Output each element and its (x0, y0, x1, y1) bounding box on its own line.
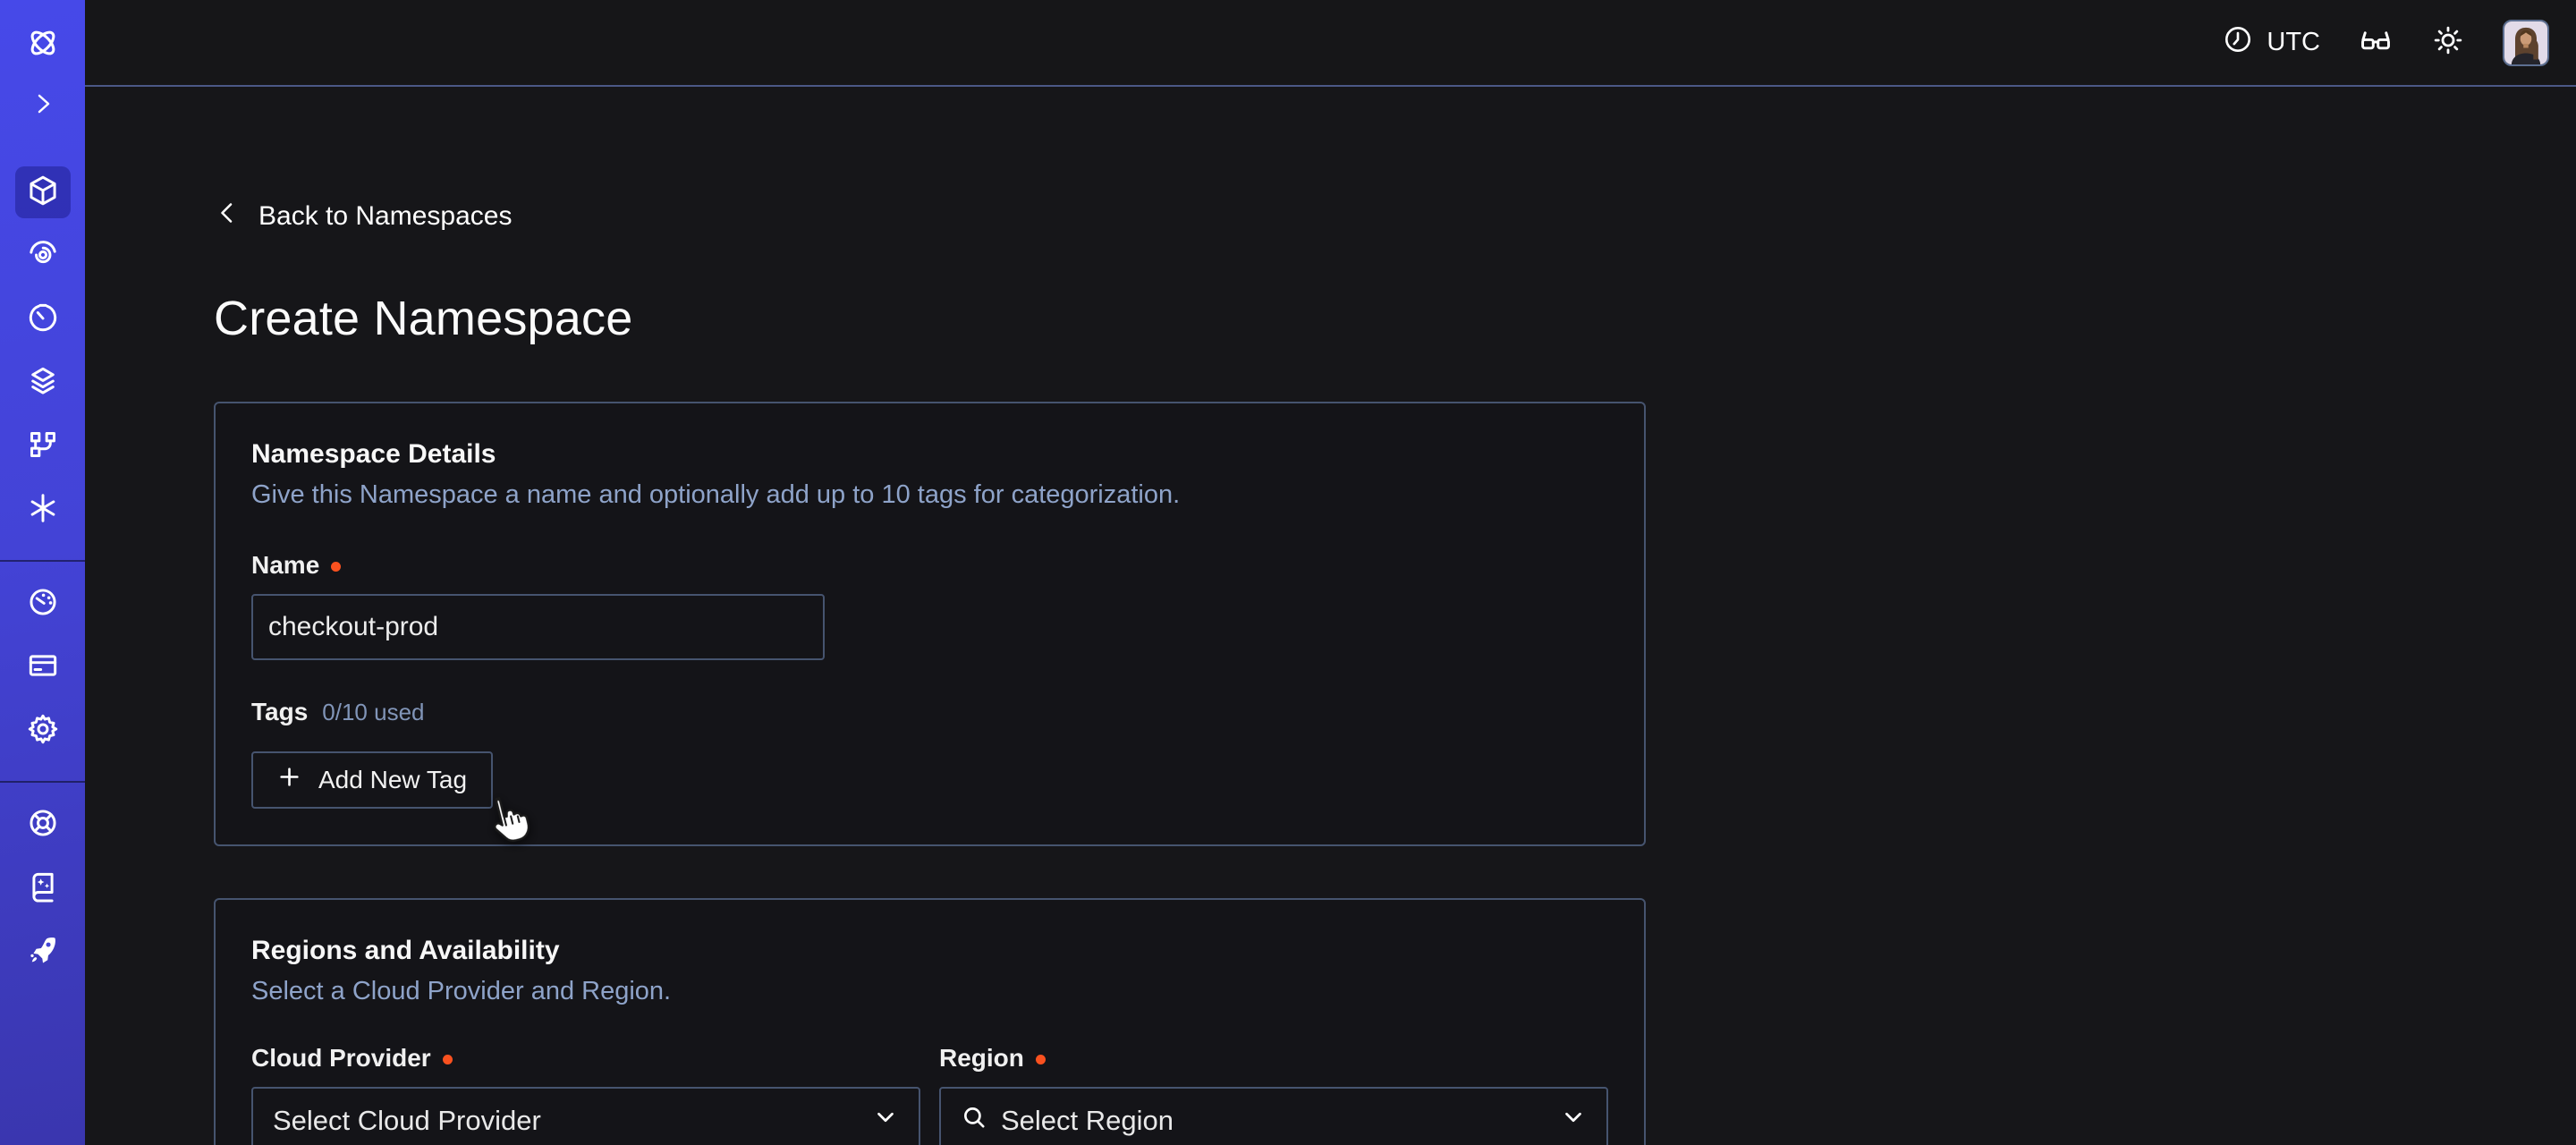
sidebar-divider (0, 781, 85, 783)
timer-icon (26, 301, 60, 339)
timezone-selector[interactable]: UTC (2222, 23, 2320, 63)
sidebar-item-settings[interactable] (15, 705, 71, 757)
clock-icon (2222, 23, 2254, 63)
region-select[interactable]: Select Region (939, 1087, 1608, 1145)
gauge-icon (26, 585, 60, 623)
cube-icon (26, 174, 60, 212)
tags-row: Tags 0/10 used (251, 698, 1608, 726)
sidebar-item-workflows[interactable] (15, 230, 71, 282)
card-title: Namespace Details (251, 439, 1608, 470)
topbar: UTC (85, 0, 2576, 87)
timezone-label: UTC (2267, 28, 2320, 57)
cloud-provider-field: Cloud Provider Select Cloud Provider (251, 1044, 920, 1145)
credit-card-icon (26, 649, 60, 687)
namespace-details-card: Namespace Details Give this Namespace a … (214, 402, 1646, 846)
back-to-namespaces-link[interactable]: Back to Namespaces (214, 199, 512, 233)
sidebar-item-schedules[interactable] (15, 293, 71, 345)
glasses-icon (2358, 22, 2394, 63)
gear-icon (26, 712, 60, 751)
asterisk-icon (26, 491, 60, 530)
region-select-value: Select Region (1001, 1105, 1174, 1137)
sun-icon (2431, 23, 2465, 62)
cloud-provider-select-value: Select Cloud Provider (273, 1105, 541, 1137)
sidebar-group-account (15, 578, 71, 768)
sidebar-item-billing[interactable] (15, 641, 71, 693)
sidebar-item-get-started[interactable] (15, 926, 71, 978)
region-field: Region Select Region (939, 1044, 1608, 1145)
chevron-down-icon (872, 1104, 899, 1138)
regions-card: Regions and Availability Select a Cloud … (214, 898, 1646, 1145)
provider-region-grid: Cloud Provider Select Cloud Provider Reg… (251, 1044, 1608, 1145)
sidebar-item-docs[interactable] (15, 862, 71, 914)
chevron-left-icon (214, 199, 241, 233)
sidebar-expand-button[interactable] (15, 88, 71, 123)
sidebar-item-deployments[interactable] (15, 420, 71, 472)
spiral-icon (26, 237, 60, 276)
user-avatar[interactable] (2503, 20, 2549, 66)
namespace-name-input[interactable] (251, 594, 825, 660)
cloud-provider-select[interactable]: Select Cloud Provider (251, 1087, 920, 1145)
accessibility-button[interactable] (2358, 22, 2394, 63)
layers-icon (26, 364, 60, 403)
page-title: Create Namespace (214, 291, 2576, 346)
card-subtitle: Give this Namespace a name and optionall… (251, 480, 1608, 510)
cloud-provider-label: Cloud Provider (251, 1044, 920, 1073)
main-content: Back to Namespaces Create Namespace Name… (85, 89, 2576, 1145)
sidebar-group-main (15, 166, 71, 547)
life-ring-icon (26, 806, 60, 844)
required-dot (443, 1055, 453, 1064)
region-label: Region (939, 1044, 1608, 1073)
chevron-right-icon (29, 89, 57, 123)
back-link-label: Back to Namespaces (258, 201, 512, 232)
sidebar-divider (0, 560, 85, 562)
required-dot (331, 562, 341, 572)
branch-icon (26, 428, 60, 466)
book-icon (26, 869, 60, 908)
sidebar-item-nexus[interactable] (15, 484, 71, 536)
theme-toggle-button[interactable] (2431, 23, 2465, 62)
search-icon (961, 1104, 987, 1138)
required-dot (1036, 1055, 1046, 1064)
rocket-icon (26, 933, 60, 971)
card-subtitle: Select a Cloud Provider and Region. (251, 977, 1608, 1006)
temporal-logo[interactable] (15, 21, 71, 64)
card-title: Regions and Availability (251, 936, 1608, 966)
sidebar-item-namespaces[interactable] (15, 166, 71, 218)
tags-usage-counter: 0/10 used (322, 699, 424, 726)
app-window: UTC (0, 0, 2576, 1145)
sidebar-item-stacks[interactable] (15, 357, 71, 409)
sidebar-item-support[interactable] (15, 799, 71, 851)
sidebar (0, 0, 85, 1145)
plus-icon (277, 765, 301, 795)
chevron-down-icon (1560, 1104, 1587, 1138)
tags-label: Tags (251, 698, 308, 726)
sidebar-item-usage[interactable] (15, 578, 71, 630)
name-field-label: Name (251, 551, 1608, 580)
add-new-tag-button[interactable]: Add New Tag (251, 751, 493, 809)
sidebar-group-help (15, 799, 71, 989)
